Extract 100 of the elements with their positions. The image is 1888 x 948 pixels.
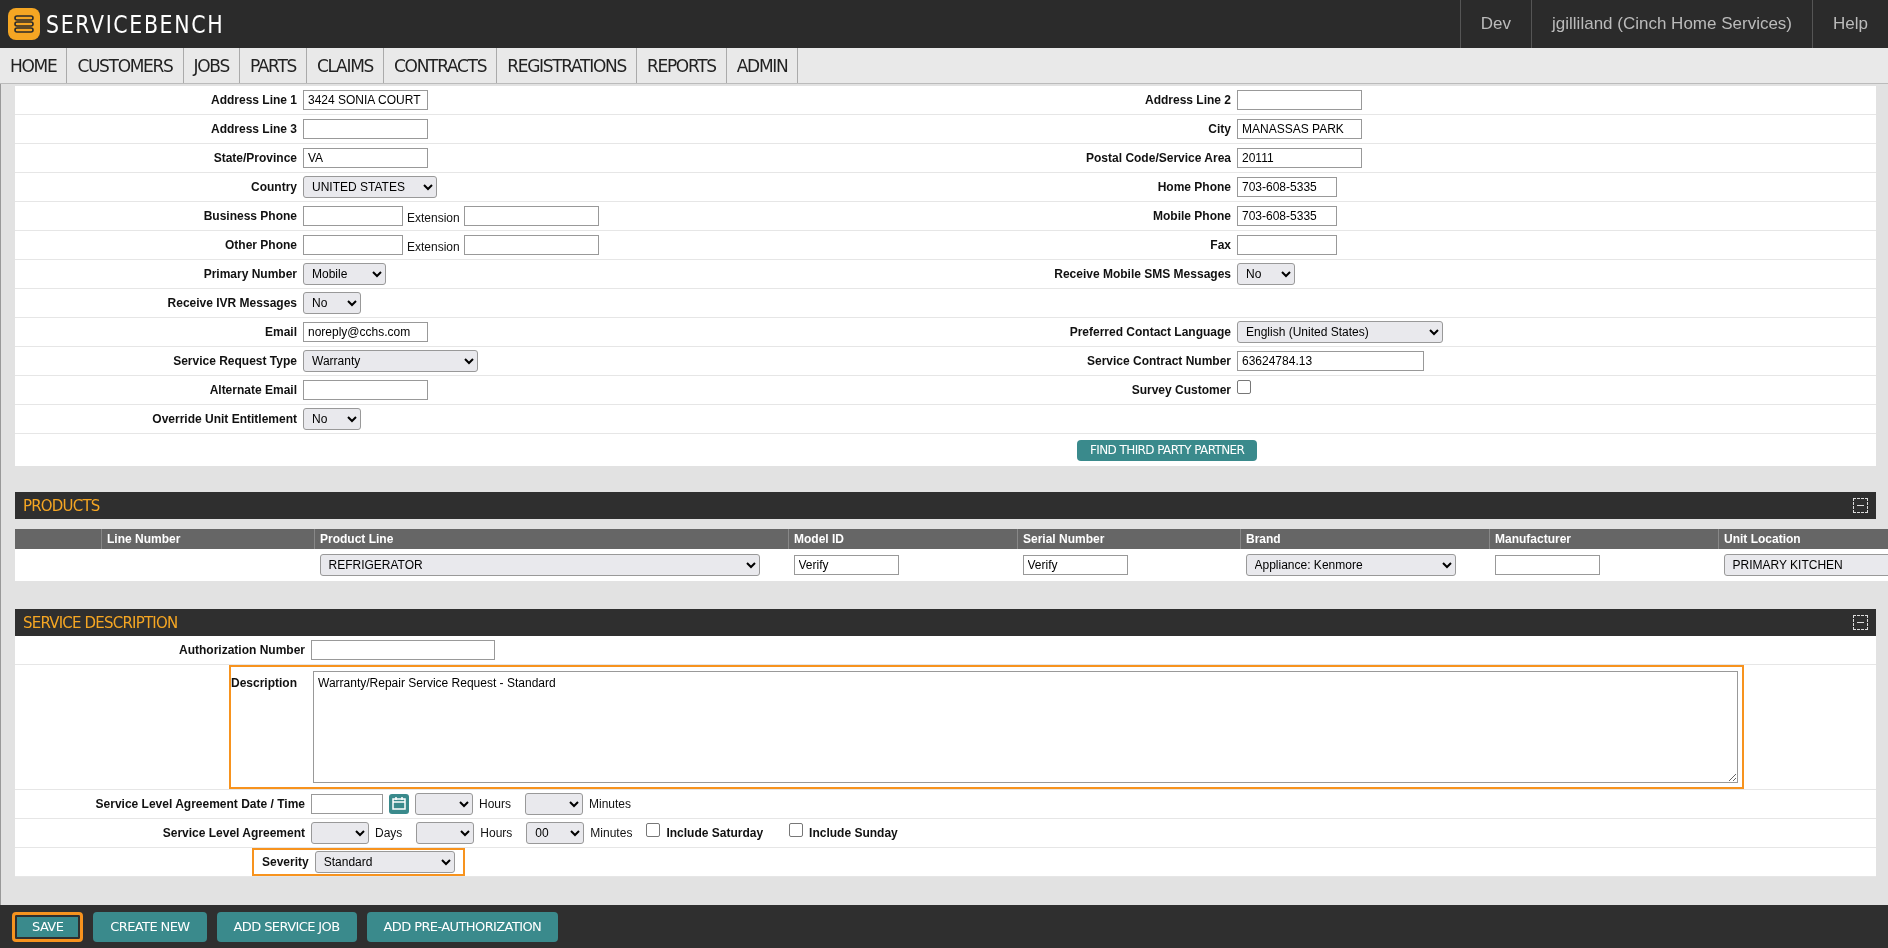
text-field[interactable]: MANASSAS PARK (1237, 119, 1362, 139)
unit-label: Minutes (590, 826, 633, 840)
column-header: Brand (1240, 529, 1490, 549)
dropdown[interactable]: REFRIGERATOR (319, 554, 760, 576)
extension-label: Extension (407, 211, 460, 225)
field-label: Survey Customer (1130, 383, 1231, 397)
dropdown[interactable] (415, 793, 473, 815)
unit-label: Days (375, 826, 403, 840)
text-field[interactable] (303, 235, 403, 255)
field-label: State/Province (212, 151, 297, 165)
text-field[interactable]: VA (303, 148, 428, 168)
unit-label: Hours (479, 797, 511, 811)
nav-tab[interactable]: JOBS (183, 48, 240, 83)
nav-tab[interactable]: CUSTOMERS (67, 48, 184, 83)
checkbox[interactable] (789, 823, 804, 837)
field-label: Authorization Number (178, 643, 305, 657)
column-header: Manufacturer (1489, 529, 1719, 549)
dropdown[interactable]: Standard (314, 851, 455, 873)
field-label: Address Line 3 (209, 122, 297, 136)
text-field[interactable]: Verify (793, 555, 899, 575)
field-label: Receive IVR Messages (166, 296, 297, 310)
column-header: Product Line (314, 529, 789, 549)
field-label: Mobile Phone (1152, 209, 1231, 223)
nav-tab[interactable]: REGISTRATIONS (497, 48, 637, 83)
field-label: Primary Number (202, 267, 297, 281)
field-label: Fax (1209, 238, 1231, 252)
text-field[interactable] (303, 380, 428, 400)
text-field[interactable] (311, 794, 383, 814)
description-textarea[interactable]: Warranty/Repair Service Request - Standard (313, 671, 1738, 783)
text-field[interactable] (1237, 90, 1362, 110)
section-title: PRODUCTS (23, 496, 100, 515)
field-label: Email (264, 325, 297, 339)
field-label: Preferred Contact Language (1068, 325, 1231, 339)
column-header: Serial Number (1017, 529, 1241, 549)
nav-tab[interactable]: CLAIMS (306, 48, 384, 83)
checkbox-label: Include Sunday (809, 826, 898, 840)
dropdown[interactable]: PRIMARY KITCHEN (1723, 554, 1888, 576)
dropdown[interactable] (416, 822, 475, 844)
nav-tab[interactable]: HOME (0, 48, 68, 83)
checkbox[interactable] (1237, 380, 1251, 394)
field-label: Service Contract Number (1085, 354, 1231, 368)
nav-tab[interactable]: REPORTS (636, 48, 727, 83)
nav-tab[interactable]: ADMIN (726, 48, 799, 83)
dropdown[interactable]: No (303, 292, 361, 314)
dropdown[interactable]: No (1237, 263, 1295, 285)
section-title: SERVICE DESCRIPTION (23, 613, 178, 632)
logo-icon (8, 8, 40, 40)
field-label: Override Unit Entitlement (151, 412, 297, 426)
calendar-icon[interactable] (389, 794, 409, 814)
dropdown[interactable]: 00 (526, 822, 585, 844)
field-label: Home Phone (1156, 180, 1231, 194)
text-field[interactable]: noreply@cchs.com (303, 322, 428, 342)
column-header: Unit Location (1718, 529, 1888, 549)
dropdown[interactable]: No (303, 408, 361, 430)
dropdown[interactable]: Appliance: Kenmore (1245, 554, 1456, 576)
text-field[interactable]: 3424 SONIA COURT (303, 90, 428, 110)
field-label: Postal Code/Service Area (1085, 151, 1231, 165)
text-field[interactable] (303, 119, 428, 139)
field-label: Service Level Agreement Date / Time (94, 797, 305, 811)
unit-label: Hours (480, 826, 513, 840)
footer-button[interactable]: CREATE NEW (93, 911, 207, 942)
field-label: Service Request Type (172, 354, 297, 368)
text-field[interactable]: 703-608-5335 (1237, 177, 1337, 197)
dropdown[interactable] (525, 793, 583, 815)
text-field[interactable]: 63624784.13 (1237, 351, 1424, 371)
text-field[interactable]: Verify (1022, 555, 1128, 575)
extension-field[interactable] (463, 206, 599, 226)
checkbox[interactable] (646, 823, 661, 837)
text-field[interactable]: 703-608-5335 (1237, 206, 1337, 226)
field-label: Severity (261, 855, 309, 869)
nav-tab[interactable]: PARTS (239, 48, 307, 83)
column-header: Model ID (788, 529, 1018, 549)
column-header: Line Number (101, 529, 315, 549)
field-label: City (1207, 122, 1231, 136)
checkbox-label: Include Saturday (666, 826, 764, 840)
collapse-icon[interactable] (1853, 498, 1868, 513)
unit-label: Minutes (589, 797, 632, 811)
nav-tab[interactable]: CONTRACTS (384, 48, 498, 83)
footer-button[interactable]: ADD SERVICE JOB (216, 911, 357, 942)
dropdown[interactable]: Warranty (303, 350, 478, 372)
extension-field[interactable] (463, 235, 599, 255)
footer-button[interactable]: ADD PRE-AUTHORIZATION (366, 911, 559, 942)
field-label: Service Level Agreement (161, 826, 305, 840)
text-field[interactable] (1494, 555, 1600, 575)
field-label: Receive Mobile SMS Messages (1053, 267, 1231, 281)
text-field[interactable] (303, 206, 403, 226)
field-label: Address Line 1 (209, 93, 297, 107)
find-partner-button[interactable]: FIND THIRD PARTY PARTNER (1077, 439, 1258, 461)
text-field[interactable] (311, 640, 495, 660)
collapse-icon[interactable] (1853, 615, 1868, 630)
logo-text: SERVICEBENCH (46, 9, 225, 39)
field-label: Business Phone (202, 209, 297, 223)
dropdown[interactable] (311, 822, 369, 844)
dropdown[interactable]: English (United States) (1237, 321, 1443, 343)
text-field[interactable]: 20111 (1237, 148, 1362, 168)
text-field[interactable] (1237, 235, 1337, 255)
dropdown[interactable]: UNITED STATES (303, 176, 437, 198)
footer-button[interactable]: SAVE (12, 911, 84, 942)
field-label: Country (250, 180, 297, 194)
dropdown[interactable]: Mobile (303, 263, 387, 285)
